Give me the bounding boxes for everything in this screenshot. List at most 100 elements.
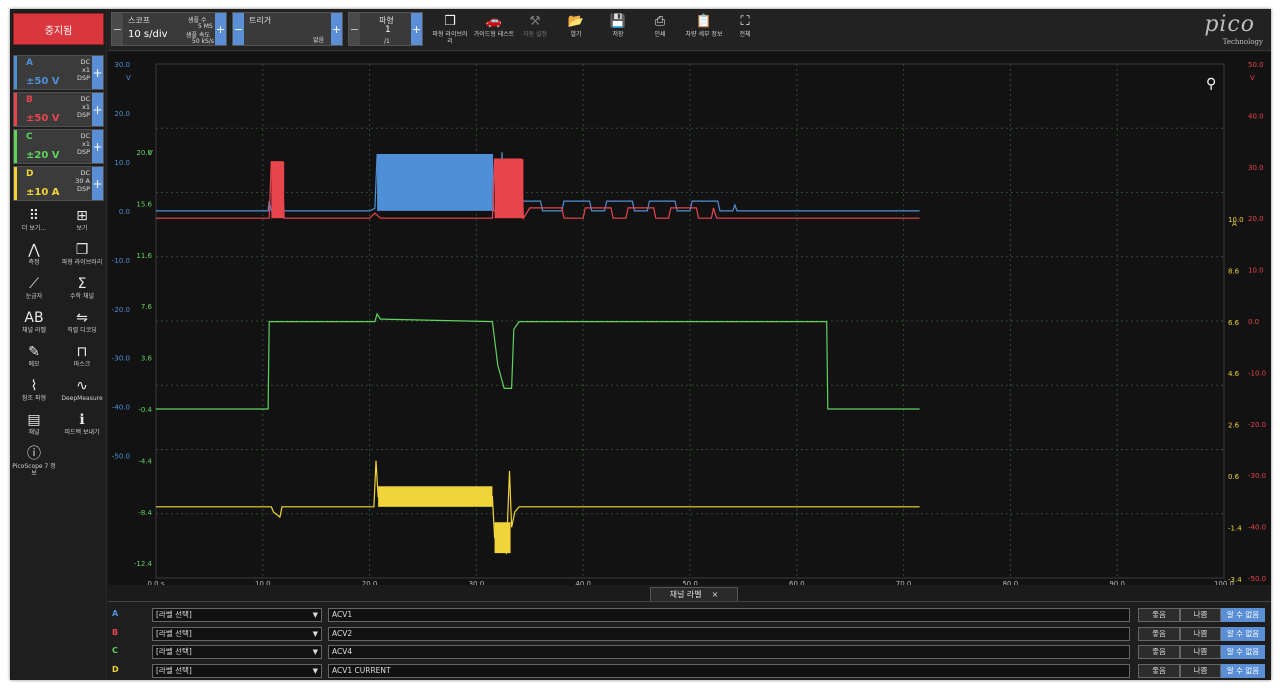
waveform-control[interactable]: − 파형 1 /1 + (348, 12, 423, 46)
axis-unit-c: V (148, 149, 153, 157)
trigger-value: 없음 (313, 37, 325, 44)
toolbar-clipboard-button[interactable]: 📋 차량 세부 정보 (684, 13, 724, 45)
wand-icon: ⚒ (529, 14, 541, 29)
trigger-prev-button[interactable]: − (233, 13, 244, 45)
label-good-button[interactable]: 좋음 (1138, 626, 1180, 641)
toolbar-wand-button[interactable]: ⚒ 자동 설정 (516, 13, 554, 45)
tool-clapper[interactable]: ▤ 채널 (10, 411, 58, 445)
channel-button-c[interactable]: C ±20 V DC x1 DSP + (13, 129, 104, 164)
toolbar-library-button[interactable]: ❒ 파형 라이브러리 (430, 13, 470, 45)
toolbar-folder-button[interactable]: 📂 열기 (557, 13, 595, 45)
label-bad-button[interactable]: 나쁨 (1180, 626, 1221, 641)
channel-labels-tab[interactable]: 채널 라벨 × (650, 587, 738, 601)
label-select[interactable]: [라벨 선택] ▼ (152, 608, 322, 622)
label-unknown-button[interactable]: 알 수 없음 (1221, 626, 1265, 641)
series-line-c (156, 312, 920, 410)
label-unknown-button[interactable]: 알 수 없음 (1221, 645, 1265, 659)
tool-label: 메모 (28, 361, 40, 368)
tool-about[interactable]: ⓘ PicoScope 7 정보 (10, 445, 58, 479)
toolbar-save-button[interactable]: 💾 저장 (599, 13, 637, 45)
label-row-letter: C (112, 646, 118, 655)
tool-library[interactable]: ❒ 파형 라이브러리 (58, 241, 106, 275)
tool-view[interactable]: ⊞ 보기 (58, 207, 106, 241)
zoom-icon[interactable]: ⚲ (1206, 76, 1216, 92)
channel-coupling: DC x1 DSP (76, 132, 90, 156)
timebase-decrease-button[interactable]: − (112, 13, 123, 45)
toolbar-fullscreen-button[interactable]: ⛶ 전체 (727, 13, 763, 45)
toolbar-button-label: 자동 설정 (523, 31, 547, 38)
y-tick-label-c: -4.4 (138, 457, 152, 465)
label-good-button[interactable]: 좋음 (1138, 608, 1180, 622)
tool-channel-label[interactable]: AB 채널 라벨 (10, 309, 58, 343)
waveform-value: 1 (385, 25, 391, 35)
tool-feedback[interactable]: ℹ 피드백 보내기 (58, 411, 106, 445)
scope-plot[interactable]: 0.0 s 10.0 20.0 30.0 40.0 50.0 60.0 70.0 80.0 90.… (108, 52, 1271, 585)
tool-memo[interactable]: ✎ 메모 (10, 343, 58, 377)
channel-range: ±10 A (26, 187, 60, 198)
label-row-c: C [라벨 선택] ▼ ACV4 좋음 나쁨 알 수 없음 (108, 643, 1271, 661)
waveform-next-button[interactable]: + (411, 13, 422, 45)
tool-measure[interactable]: ⋀ 측정 (10, 241, 58, 275)
tool-deepmeasure[interactable]: ∿ DeepMeasure (58, 377, 106, 411)
label-select[interactable]: [라벨 선택] ▼ (152, 645, 322, 659)
stop-button[interactable]: 중지됨 (13, 13, 104, 45)
y-tick-label-a: 20.0 (114, 110, 130, 118)
close-icon[interactable]: × (712, 590, 719, 599)
toolbar-print-button[interactable]: ⎙ 인쇄 (641, 13, 679, 45)
channel-button-b[interactable]: B ±50 V DC x1 DSP + (13, 92, 104, 127)
tool-label: 더 보기... (21, 225, 47, 232)
timebase-control[interactable]: − 스코프 10 s/div 샘플 수 5 MS 샘플 속도 50 kS/s + (111, 12, 227, 46)
channel-range-increase-button[interactable]: + (92, 56, 103, 89)
chevron-down-icon: ▼ (312, 666, 318, 675)
y-tick-label-a: 0.0 (119, 208, 130, 216)
toolbar-button-label: 열기 (570, 31, 582, 38)
waveform-prev-button[interactable]: − (349, 13, 360, 45)
tool-serial-decode[interactable]: ⇋ 직렬 디코딩 (58, 309, 106, 343)
channel-range-increase-button[interactable]: + (92, 93, 103, 126)
tool-grid-dots[interactable]: ⠿ 더 보기... (10, 207, 58, 241)
trigger-next-button[interactable]: + (331, 13, 342, 45)
timebase-increase-button[interactable]: + (215, 13, 226, 45)
scope-chart: 0.0 s 10.0 20.0 30.0 40.0 50.0 60.0 70.0 80.0 90.… (112, 61, 1266, 585)
label-good-button[interactable]: 좋음 (1138, 645, 1180, 659)
label-name-input[interactable]: ACV2 (328, 626, 1130, 641)
channel-button-d[interactable]: D ±10 A DC 30 A DSP + (13, 166, 104, 201)
toolbar-car-button[interactable]: 🚗 가이드형 테스트 (473, 13, 515, 45)
label-bad-button[interactable]: 나쁨 (1180, 663, 1221, 678)
label-name-input[interactable]: ACV1 (328, 608, 1130, 622)
reference-icon: ⌇ (30, 378, 38, 394)
label-name-input[interactable]: ACV1 CURRENT (328, 663, 1130, 678)
label-select-value: [라벨 선택] (156, 628, 192, 638)
channel-button-a[interactable]: A ±50 V DC x1 DSP + (13, 55, 104, 90)
series-line-d (156, 460, 920, 555)
trigger-control[interactable]: − 트리거 없음 + (232, 12, 343, 46)
channel-range-increase-button[interactable]: + (92, 130, 103, 163)
channel-range-increase-button[interactable]: + (92, 167, 103, 200)
tool-reference[interactable]: ⌇ 참조 파형 (10, 377, 58, 411)
label-name-value: ACV1 CURRENT (332, 665, 391, 675)
label-bad-button[interactable]: 나쁨 (1180, 645, 1221, 659)
tool-mask[interactable]: ⊓ 마스크 (58, 343, 106, 377)
label-row-d: D [라벨 선택] ▼ ACV1 CURRENT 좋음 나쁨 알 수 없음 (108, 662, 1271, 680)
ruler-icon: ⟋ (29, 276, 39, 292)
channel-labels-panel: A [라벨 선택] ▼ ACV1 좋음 나쁨 알 수 없음 B [라벨 선택] ▼ ACV2 좋음 나쁨… (108, 601, 1271, 680)
label-name-input[interactable]: ACV4 (328, 645, 1130, 659)
label-select[interactable]: [라벨 선택] ▼ (152, 626, 322, 641)
x-tick-label: 60.0 (789, 580, 805, 585)
label-bad-button[interactable]: 나쁨 (1180, 608, 1221, 622)
tool-ruler[interactable]: ⟋ 눈금자 (10, 275, 58, 309)
toolbar-button-label: 인쇄 (654, 31, 666, 38)
tool-sigma[interactable]: Σ 수학 채널 (58, 275, 106, 309)
label-select[interactable]: [라벨 선택] ▼ (152, 663, 322, 678)
channel-label-icon: AB (24, 310, 44, 326)
label-row-a: A [라벨 선택] ▼ ACV1 좋음 나쁨 알 수 없음 (108, 606, 1271, 624)
memo-icon: ✎ (28, 344, 40, 360)
library-icon: ❒ (75, 242, 89, 258)
trigger-label: 트리거 (249, 16, 272, 25)
label-good-button[interactable]: 좋음 (1138, 663, 1180, 678)
label-unknown-button[interactable]: 알 수 없음 (1221, 608, 1265, 622)
save-icon: 💾 (609, 14, 627, 29)
label-unknown-button[interactable]: 알 수 없음 (1221, 663, 1265, 678)
label-name-value: ACV4 (332, 647, 353, 656)
y-tick-label-d: 2.6 (1228, 422, 1240, 430)
